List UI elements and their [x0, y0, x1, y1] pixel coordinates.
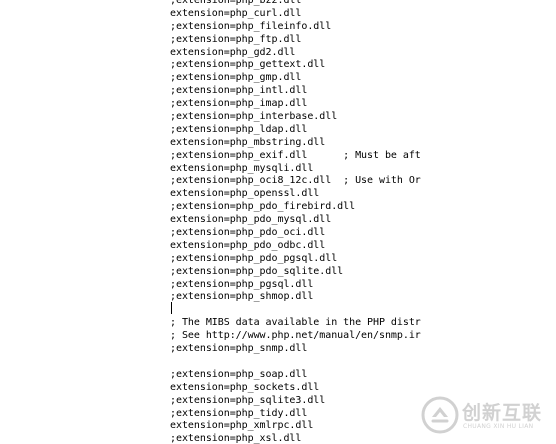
code-line: ;extension=php_soap.dll	[170, 368, 308, 380]
code-line: extension=php_mysqli.dll	[170, 162, 314, 174]
watermark-title: 创新互联	[462, 402, 543, 424]
text-editor[interactable]: ;extension=php_bz2.dll extension=php_curl…	[0, 0, 556, 444]
code-line: ;extension=php_intl.dll	[170, 85, 308, 97]
code-line: extension=php_pdo_odbc.dll	[170, 239, 326, 251]
code-line: ;extension=php_tidy.dll	[170, 407, 308, 419]
code-line: ;extension=php_oci8_12c.dll ; Use with O…	[170, 175, 421, 187]
code-line: ;extension=php_gmp.dll	[170, 72, 302, 84]
code-line: ;extension=php_xsl.dll	[170, 433, 302, 444]
watermark: 创新互联 CHUANG XIN HU LIAN	[420, 395, 556, 440]
code-line: ;extension=php_sqlite3.dll	[170, 394, 326, 406]
code-line: ;extension=php_pdo_sqlite.dll	[170, 265, 344, 277]
code-line: ;extension=php_interbase.dll	[170, 111, 338, 123]
text-caret	[171, 302, 172, 314]
code-line: ;extension=php_exif.dll ; Must be aft	[170, 149, 421, 161]
watermark-subtitle: CHUANG XIN HU LIAN	[463, 423, 534, 430]
code-line: ;extension=php_pdo_pgsql.dll	[170, 252, 338, 264]
code-line: ;extension=php_pdo_oci.dll	[170, 227, 326, 239]
code-line: ; See http://www.php.net/manual/en/snmp.…	[170, 330, 421, 342]
code-line: ;extension=php_fileinfo.dll	[170, 20, 332, 32]
code-line: ;extension=php_bz2.dll	[170, 0, 302, 6]
code-line: extension=php_gd2.dll	[170, 46, 296, 58]
code-text-area[interactable]: ;extension=php_bz2.dll extension=php_curl…	[170, 0, 438, 444]
code-line: ;extension=php_snmp.dll	[170, 343, 308, 355]
code-line: ;extension=php_ldap.dll	[170, 123, 308, 135]
code-line: ; The MIBS data available in the PHP dis…	[170, 317, 421, 329]
code-line: extension=php_curl.dll	[170, 7, 302, 19]
code-line: extension=php_sockets.dll	[170, 381, 320, 393]
code-line: extension=php_openssl.dll	[170, 188, 320, 200]
code-line: extension=php_pdo_mysql.dll	[170, 214, 332, 226]
code-line: ;extension=php_gettext.dll	[170, 59, 326, 71]
code-line: extension=php_xmlrpc.dll	[170, 420, 314, 432]
code-line: extension=php_mbstring.dll	[170, 136, 326, 148]
code-line: ;extension=php_pdo_firebird.dll	[170, 201, 356, 213]
watermark-logo-icon	[421, 396, 459, 434]
code-line: ;extension=php_pgsql.dll	[170, 278, 314, 290]
code-line: ;extension=php_shmop.dll	[170, 291, 314, 303]
code-line: ;extension=php_imap.dll	[170, 98, 308, 110]
code-line: ;extension=php_ftp.dll	[170, 33, 302, 45]
